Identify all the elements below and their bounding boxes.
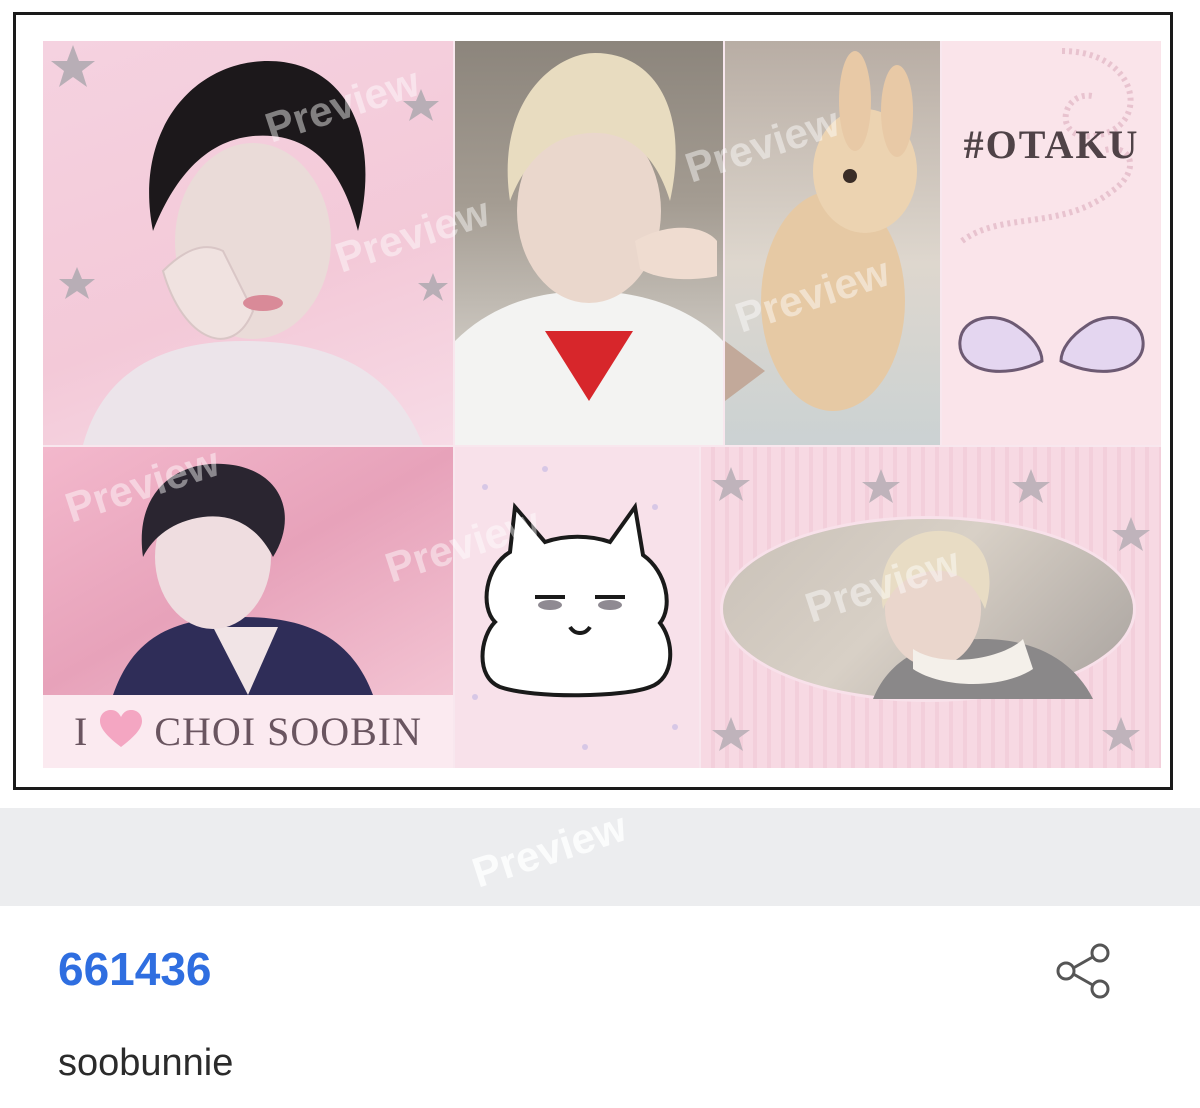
name-label: I CHOI SOOBIN [43, 695, 453, 768]
selfie-photo [455, 41, 723, 445]
oval-photo-panel [701, 447, 1161, 768]
username[interactable]: soobunnie [58, 1042, 233, 1085]
otaku-panel: #OTAKU [942, 41, 1161, 445]
heart-icon [98, 709, 144, 754]
photocard-canvas: #OTAKU I CHOI SOOBIN Preview Preview Pre… [43, 41, 1161, 768]
portrait-illustration-2 [113, 463, 373, 695]
portrait-photo-1 [43, 41, 453, 445]
preview-watermark: Preview [466, 802, 633, 897]
label-prefix: I [73, 709, 89, 754]
otaku-tag: #OTAKU [963, 122, 1140, 167]
image-footer-band: Preview [0, 803, 1200, 906]
dog-character-icon [472, 466, 678, 750]
oval-photo-illustration [873, 530, 1093, 699]
photocard-image: #OTAKU I CHOI SOOBIN Preview Preview Pre… [13, 12, 1173, 790]
bunny-illustration [725, 51, 917, 411]
label-name: CHOI SOOBIN [154, 709, 422, 754]
bunny-photo [725, 41, 940, 445]
portrait-illustration-1 [51, 45, 448, 445]
dog-character-panel [455, 447, 699, 768]
share-icon [1056, 943, 1110, 999]
preview-image-area[interactable]: #OTAKU I CHOI SOOBIN Preview Preview Pre… [0, 0, 1200, 808]
portrait-photo-2 [43, 447, 453, 695]
share-button[interactable] [1048, 936, 1118, 1006]
post-id[interactable]: 661436 [58, 942, 212, 996]
selfie-illustration [455, 53, 723, 445]
oval-photo [723, 519, 1133, 699]
angel-wings-icon [958, 316, 1145, 373]
